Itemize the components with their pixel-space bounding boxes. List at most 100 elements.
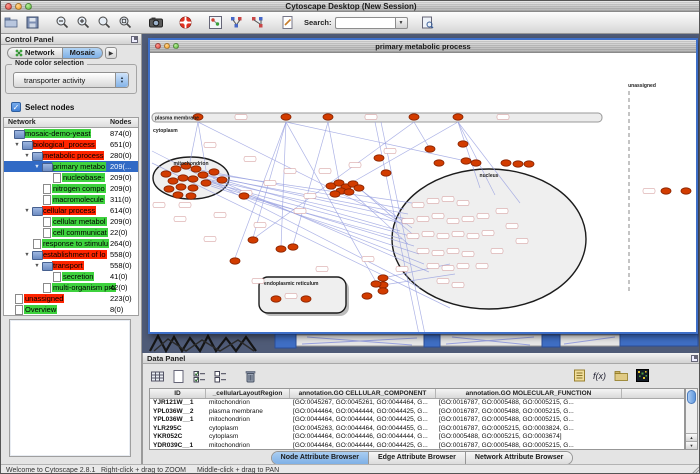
open-session-button[interactable] — [2, 13, 21, 32]
network-node[interactable] — [371, 281, 381, 287]
network-node[interactable] — [362, 293, 372, 299]
network-node[interactable] — [524, 161, 534, 167]
tree-expander-icon[interactable]: ▼ — [22, 153, 32, 159]
network-node[interactable] — [178, 175, 188, 181]
network-node[interactable] — [230, 258, 240, 264]
column-id[interactable]: ID — [150, 389, 206, 398]
table-row[interactable]: YLR295Ccytoplasm[GO:0045263, GO:0044464,… — [150, 425, 684, 434]
tree-expander-icon[interactable]: ▼ — [12, 142, 22, 148]
tab-scroll-right-button[interactable]: ▶ — [105, 47, 117, 59]
network-node[interactable] — [378, 288, 388, 294]
scroll-up-button[interactable]: ▲ — [686, 433, 697, 441]
table-row[interactable]: YDR039C__1mitochondrion[GO:0044464, GO:0… — [150, 442, 684, 450]
table-row[interactable]: YKR052Ccytoplasm[GO:0044464, GO:0044446,… — [150, 433, 684, 442]
network-node[interactable] — [271, 296, 281, 302]
node-color-combo[interactable]: transporter activity ▲▼ — [13, 72, 129, 88]
window-titlebar[interactable]: Cytoscape Desktop (New Session) — [1, 1, 700, 12]
scrollbar-thumb[interactable] — [687, 390, 696, 404]
network-node[interactable] — [661, 188, 671, 194]
network-node[interactable] — [164, 186, 174, 192]
network-node[interactable] — [198, 172, 208, 178]
attribute-table-button[interactable] — [148, 367, 167, 386]
table-scrollbar[interactable]: ▲ ▼ — [685, 388, 698, 450]
unselect-attributes-button[interactable] — [211, 367, 230, 386]
network-node[interactable] — [458, 141, 468, 147]
network-node[interactable] — [188, 176, 198, 182]
network-view-titlebar[interactable]: primary metabolic process — [150, 40, 696, 53]
network-node[interactable] — [461, 158, 471, 164]
network-node[interactable] — [378, 275, 388, 281]
tree-expander-icon[interactable]: ▼ — [22, 252, 32, 258]
network-node[interactable] — [239, 193, 249, 199]
layout-a-button[interactable] — [227, 13, 246, 32]
search-dropdown-button[interactable]: ▼ — [395, 17, 408, 29]
network-tree-row[interactable]: ▼cellular process614(0) — [4, 205, 138, 216]
network-node[interactable] — [453, 114, 463, 120]
birds-eye-view[interactable] — [9, 319, 131, 457]
network-node[interactable] — [288, 244, 298, 250]
network-node[interactable] — [330, 191, 340, 197]
tree-expander-icon[interactable]: ▼ — [32, 164, 42, 170]
table-row[interactable]: YJR121W__1mitochondrion[GO:0045267, GO:0… — [150, 399, 684, 408]
network-tree-row[interactable]: response to stimulu264(0) — [4, 238, 138, 249]
network-node[interactable] — [201, 180, 211, 186]
network-node[interactable] — [354, 185, 364, 191]
network-node[interactable] — [186, 193, 196, 199]
network-node[interactable] — [248, 237, 258, 243]
tree-expander-icon[interactable]: ▼ — [32, 263, 42, 269]
snapshot-button[interactable] — [146, 13, 165, 32]
layout-b-button[interactable] — [248, 13, 267, 32]
network-tree-row[interactable]: macromolecule311(0) — [4, 194, 138, 205]
network-node[interactable] — [209, 169, 219, 175]
network-node[interactable] — [409, 114, 419, 120]
notes-button[interactable] — [570, 366, 589, 385]
annotation-button[interactable] — [278, 13, 297, 32]
search-options-button[interactable] — [418, 13, 437, 32]
network-node[interactable] — [471, 160, 481, 166]
float-panel-icon[interactable] — [131, 36, 138, 43]
resize-grip[interactable] — [691, 466, 700, 474]
network-node[interactable] — [381, 170, 391, 176]
import-attributes-button[interactable] — [612, 366, 631, 385]
column-region[interactable]: _cellularLayoutRegion — [206, 389, 290, 398]
network-tree-row[interactable]: cell communicat22(0) — [4, 227, 138, 238]
zoom-selected-button[interactable] — [116, 13, 135, 32]
network-tree-row[interactable]: unassigned223(0) — [4, 293, 138, 304]
network-node[interactable] — [434, 160, 444, 166]
network-node[interactable] — [188, 185, 198, 191]
tab-edge-attribute-browser[interactable]: Edge Attribute Browser — [369, 452, 466, 464]
network-node[interactable] — [276, 246, 286, 252]
network-node[interactable] — [513, 161, 523, 167]
network-tree-row[interactable]: mosaic-demo-yeast874(0) — [4, 128, 138, 139]
select-attributes-button[interactable] — [190, 367, 209, 386]
scroll-down-button[interactable]: ▼ — [686, 441, 697, 449]
select-nodes-checkbox[interactable]: ✓ — [11, 102, 21, 112]
network-tree-row[interactable]: cellular metabol209(0) — [4, 216, 138, 227]
network-tree-row[interactable]: ▼primary metabo209(... — [4, 161, 138, 172]
network-tree-row[interactable]: ▼establishment of lo558(0) — [4, 249, 138, 260]
network-node[interactable] — [176, 184, 186, 190]
network-tree-row[interactable]: ▼transport558(0) — [4, 260, 138, 271]
network-overview-button[interactable] — [206, 13, 225, 32]
network-node[interactable] — [161, 171, 171, 177]
zoom-in-button[interactable] — [74, 13, 93, 32]
data-panel-float-icon[interactable] — [691, 355, 698, 362]
tab-node-attribute-browser[interactable]: Node Attribute Browser — [272, 452, 369, 464]
function-builder-button[interactable]: f(x) — [591, 366, 610, 385]
network-node[interactable] — [168, 178, 178, 184]
table-row[interactable]: YPL036W__2plasma membrane[GO:0044464, GO… — [150, 408, 684, 417]
network-node[interactable] — [217, 177, 227, 183]
network-node[interactable] — [173, 192, 183, 198]
search-input[interactable] — [335, 17, 395, 29]
column-cellular-component[interactable]: annotation.GO CELLULAR_COMPONENT — [290, 389, 436, 398]
network-node[interactable] — [681, 188, 691, 194]
network-node[interactable] — [281, 114, 291, 120]
table-row[interactable]: YPL036W__1mitochondrion[GO:0044464, GO:0… — [150, 416, 684, 425]
network-tree-row[interactable]: nucleobase-209(0) — [4, 172, 138, 183]
network-node[interactable] — [344, 189, 354, 195]
zoom-fit-button[interactable] — [95, 13, 114, 32]
network-tree-row[interactable]: Overview8(0) — [4, 304, 138, 315]
network-node[interactable] — [301, 296, 311, 302]
network-canvas[interactable]: plasma membrane cytoplasm mitochondrion … — [150, 53, 696, 332]
tab-mosaic[interactable]: Mosaic — [63, 47, 103, 59]
